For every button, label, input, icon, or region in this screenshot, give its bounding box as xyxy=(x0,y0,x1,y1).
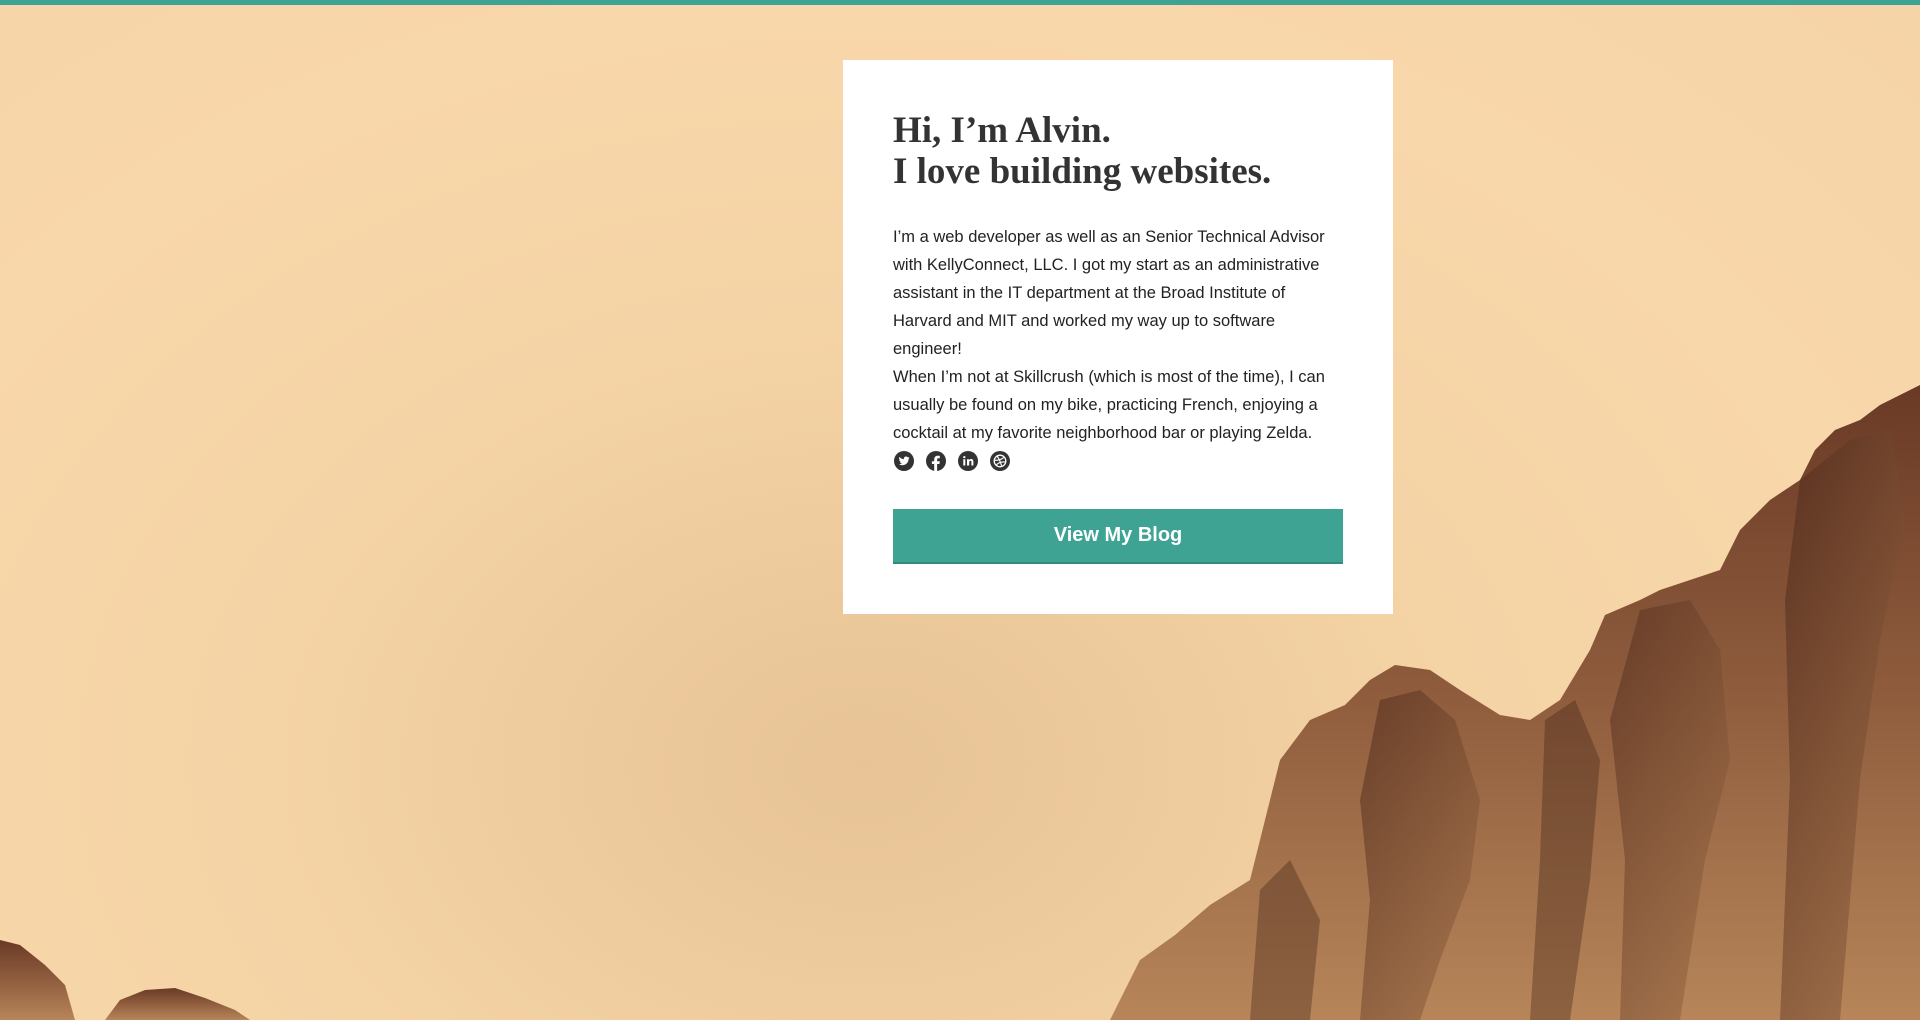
heading-line-tagline: I love building websites. xyxy=(893,151,1272,192)
facebook-icon[interactable] xyxy=(925,450,947,472)
bio-paragraph-hobbies: When I’m not at Skillcrush (which is mos… xyxy=(893,368,1325,442)
intro-heading: Hi, I’m Alvin. I love building websites. xyxy=(893,110,1343,192)
bio-paragraph-career: I’m a web developer as well as an Senior… xyxy=(893,228,1325,358)
heading-line-greeting: Hi, I’m Alvin. xyxy=(893,110,1111,151)
twitter-icon[interactable] xyxy=(893,450,915,472)
view-blog-button[interactable]: View My Blog xyxy=(893,509,1343,564)
dribbble-icon[interactable] xyxy=(989,450,1011,472)
linkedin-icon[interactable] xyxy=(957,450,979,472)
intro-card: Hi, I’m Alvin. I love building websites.… xyxy=(843,60,1393,614)
social-links xyxy=(893,449,1343,473)
bio-text: I’m a web developer as well as an Senior… xyxy=(893,223,1343,447)
